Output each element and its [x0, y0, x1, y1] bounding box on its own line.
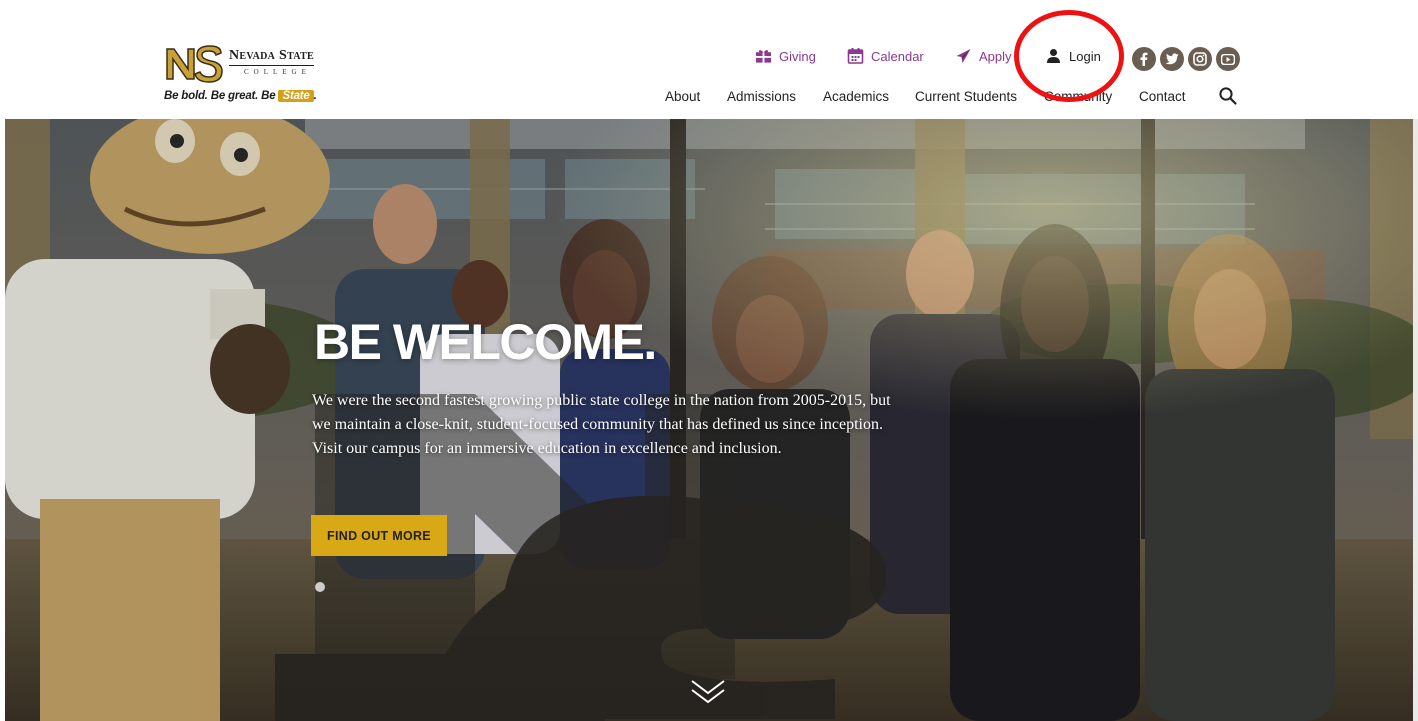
- apply-link[interactable]: Apply: [955, 48, 1012, 64]
- facebook-button[interactable]: [1132, 47, 1156, 71]
- tagline-highlight: State: [278, 90, 314, 102]
- youtube-button[interactable]: [1216, 47, 1240, 71]
- ns-monogram-icon: [165, 45, 223, 83]
- nav-current-students[interactable]: Current Students: [915, 89, 1017, 104]
- nav-admissions[interactable]: Admissions: [727, 89, 796, 104]
- twitter-icon: [1165, 53, 1179, 65]
- calendar-label: Calendar: [871, 48, 924, 64]
- nav-about[interactable]: About: [665, 89, 700, 104]
- tagline-prefix: Be bold. Be great. Be: [164, 90, 279, 102]
- hero-description: We were the second fastest growing publi…: [312, 392, 891, 457]
- college-logo[interactable]: Nevada State COLLEGE Be bold. Be great. …: [164, 43, 344, 109]
- gift-icon: [755, 50, 772, 63]
- tagline: Be bold. Be great. Be State.: [164, 90, 317, 102]
- giving-label: Giving: [779, 48, 816, 64]
- youtube-icon: [1221, 53, 1235, 65]
- annotation-circle: [1014, 10, 1124, 102]
- facebook-icon: [1140, 52, 1148, 66]
- apply-label: Apply: [979, 48, 1012, 64]
- college-name: Nevada State: [229, 48, 315, 66]
- hero-banner: BE WELCOME. We were the second fastest g…: [5, 119, 1413, 721]
- paper-plane-icon: [956, 49, 971, 63]
- hero-title: BE WELCOME.: [314, 314, 657, 370]
- instagram-icon: [1193, 52, 1207, 66]
- site-header: Nevada State COLLEGE Be bold. Be great. …: [0, 0, 1418, 119]
- giving-link[interactable]: Giving: [755, 48, 816, 64]
- instagram-button[interactable]: [1188, 47, 1212, 71]
- nav-contact[interactable]: Contact: [1139, 89, 1186, 104]
- nav-academics[interactable]: Academics: [823, 89, 889, 104]
- find-out-more-button[interactable]: FIND OUT MORE: [311, 515, 447, 556]
- college-sub: COLLEGE: [244, 68, 311, 76]
- calendar-icon: [847, 48, 864, 64]
- tagline-suffix: .: [313, 90, 317, 102]
- scroll-down-chevron-icon[interactable]: [689, 677, 727, 707]
- calendar-link[interactable]: Calendar: [847, 48, 924, 64]
- twitter-button[interactable]: [1160, 47, 1184, 71]
- slider-dot[interactable]: [315, 582, 325, 592]
- page-scrollbar[interactable]: [1413, 119, 1418, 721]
- search-icon[interactable]: [1218, 86, 1238, 106]
